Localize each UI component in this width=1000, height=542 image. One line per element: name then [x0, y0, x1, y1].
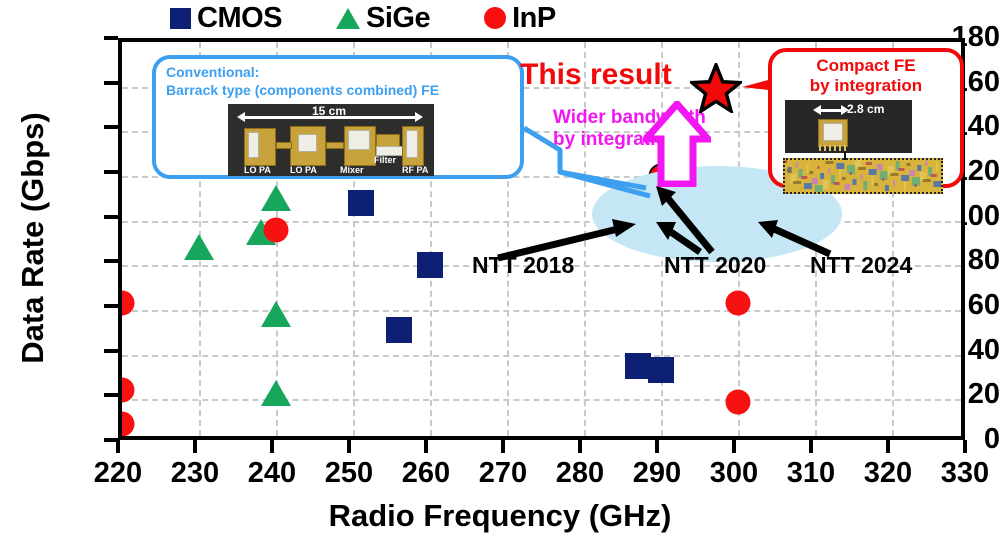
- data-point-cmos: [347, 189, 374, 216]
- callout-compact-text: Compact FE by integration: [809, 56, 923, 96]
- module-waveguide: [276, 142, 292, 149]
- gridline-vertical: [584, 42, 586, 436]
- x-tick-label: 330: [940, 457, 990, 489]
- x-axis-title: Radio Frequency (GHz): [328, 498, 672, 533]
- module-waveguide: [326, 142, 344, 149]
- y-tick-mark: [104, 214, 118, 219]
- y-tick-mark: [104, 80, 118, 85]
- part-label-lo-pa-1: LO PA: [244, 165, 271, 175]
- legend-label-inp: InP: [512, 1, 556, 34]
- x-tick-mark: [424, 440, 428, 453]
- module-chip: [248, 132, 259, 158]
- x-tick-mark: [347, 440, 351, 453]
- data-point-sige: [261, 301, 291, 328]
- y-tick-mark: [104, 170, 118, 174]
- gridline-horizontal: [122, 310, 961, 312]
- data-point-inp: [122, 290, 135, 316]
- y-tick-mark: [104, 393, 118, 398]
- annotation-this-result: This result: [520, 58, 672, 91]
- x-tick-mark: [501, 440, 505, 453]
- legend-label-cmos: CMOS: [197, 1, 283, 34]
- data-point-inp: [122, 411, 135, 436]
- legend-item-inp: InP: [484, 1, 556, 34]
- x-tick-mark: [578, 440, 582, 453]
- magenta-up-arrow-icon: [638, 98, 716, 188]
- data-point-sige: [261, 185, 291, 212]
- square-marker-icon: [170, 7, 191, 29]
- gridline-horizontal: [122, 399, 961, 402]
- annotation-ntt-2024: NTT 2024: [810, 252, 913, 278]
- photo-integrated-die: [783, 158, 943, 194]
- x-tick-mark: [270, 440, 274, 453]
- annotation-ntt-2020: NTT 2020: [664, 252, 767, 278]
- dimension-label-conventional: 15 cm: [312, 104, 347, 118]
- data-point-inp: [725, 389, 751, 415]
- part-label-rf-pa: RF PA: [402, 165, 429, 175]
- data-point-cmos: [648, 357, 674, 384]
- module-chip: [406, 130, 418, 158]
- data-point-cmos: [624, 352, 651, 379]
- legend-label-sige: SiGe: [366, 1, 431, 34]
- part-label-mixer: Mixer: [340, 165, 364, 175]
- star-marker-this-result: [687, 60, 745, 115]
- y-tick-mark: [104, 348, 118, 353]
- annotation-ntt-2018: NTT 2018: [472, 252, 575, 278]
- data-point-sige: [261, 379, 291, 406]
- module-chip: [298, 134, 317, 152]
- data-point-cmos: [386, 317, 413, 344]
- y-tick-mark: [104, 36, 118, 40]
- circle-marker-icon: [484, 7, 507, 29]
- part-label-filter: Filter: [374, 155, 397, 165]
- x-tick-mark: [655, 440, 659, 453]
- data-point-inp: [725, 290, 751, 316]
- callout-conventional-text: Conventional: Barrack type (components c…: [166, 64, 440, 98]
- x-tick-mark: [809, 440, 813, 453]
- x-tick-mark: [116, 440, 120, 453]
- photo-conventional-frontend: 15 cm LO PA LO PA Mixer Filter RF PA: [228, 104, 434, 176]
- chart-figure: CMOS SiGe InP 0 20 40 60 80 100 120 140 160 180 2…: [0, 0, 1000, 542]
- data-point-cmos: [417, 252, 443, 279]
- data-point-sige: [184, 234, 214, 261]
- x-tick-mark: [732, 440, 736, 453]
- legend-item-sige: SiGe: [336, 1, 431, 34]
- x-tick-mark: [886, 440, 890, 453]
- y-tick-mark: [104, 125, 118, 130]
- legend-item-cmos: CMOS: [170, 1, 283, 34]
- part-label-lo-pa-2: LO PA: [290, 165, 317, 175]
- triangle-marker-icon: [336, 7, 360, 29]
- module-chip: [348, 130, 370, 150]
- chart-legend: CMOS SiGe InP: [170, 0, 590, 36]
- y-tick-mark: [104, 259, 118, 264]
- gridline-horizontal: [122, 354, 961, 357]
- data-point-inp: [263, 217, 289, 243]
- y-axis-title: Data Rate (Gbps): [15, 112, 50, 364]
- x-tick-mark: [963, 440, 967, 453]
- x-tick-mark: [193, 440, 197, 453]
- y-tick-mark: [104, 304, 118, 308]
- photo-compact-frontend: 2.8 cm: [785, 100, 912, 153]
